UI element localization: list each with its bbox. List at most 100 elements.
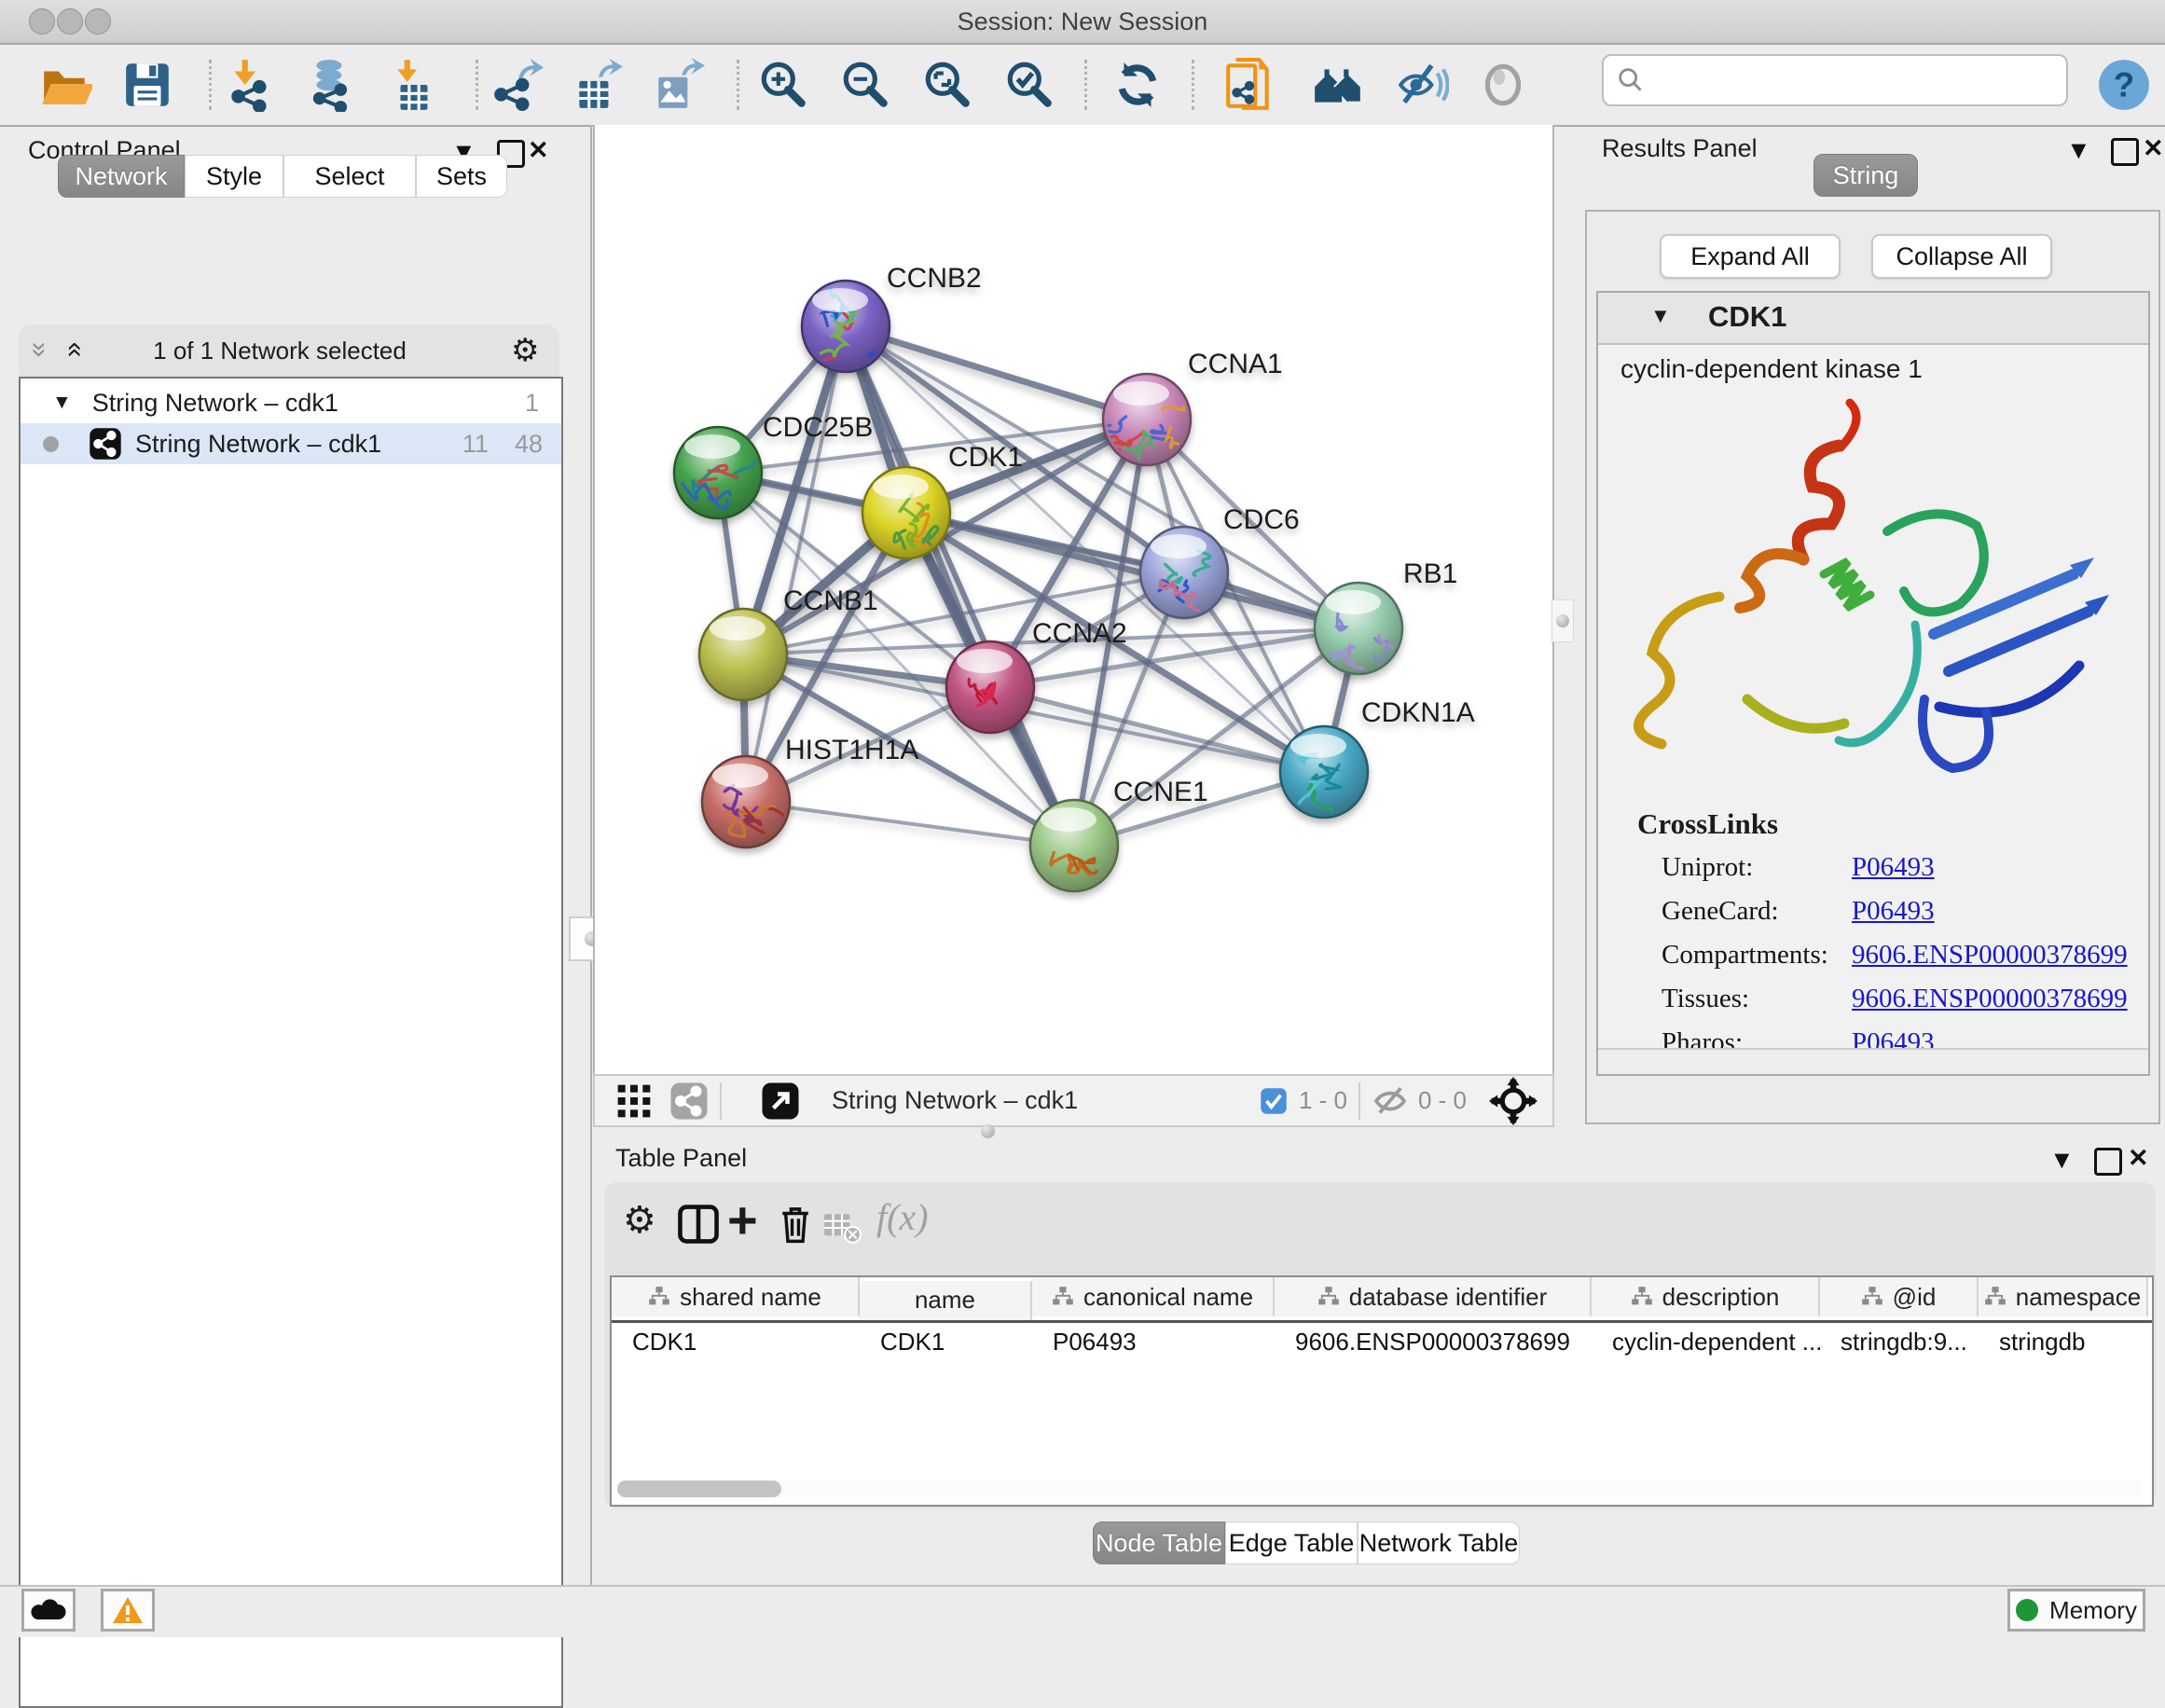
network-node-CDKN1A[interactable]: CDKN1A: [1280, 697, 1475, 820]
tab-sets[interactable]: Sets: [416, 155, 507, 198]
table-cell[interactable]: stringdb: [1979, 1323, 2148, 1360]
eye-button[interactable]: [1475, 57, 1531, 113]
network-edge[interactable]: [746, 326, 846, 802]
gene-collapse-icon[interactable]: ▼: [1650, 304, 1671, 328]
node-label: CCNA2: [1032, 618, 1127, 649]
gene-card-header[interactable]: ▼ CDK1: [1598, 293, 2148, 345]
table-panel-menu-icon[interactable]: ▼: [2049, 1146, 2075, 1174]
hidden-eye-icon[interactable]: [1372, 1082, 1409, 1120]
right-splitter-handle[interactable]: [1551, 599, 1574, 642]
zoom-out-button[interactable]: [837, 57, 893, 113]
warning-button[interactable]: [101, 1589, 155, 1632]
export-table-button[interactable]: [569, 57, 625, 113]
network-birdseye-icon[interactable]: [669, 1081, 709, 1121]
network-edge[interactable]: [746, 802, 1074, 846]
open-in-window-icon[interactable]: [761, 1081, 800, 1121]
network-collection-label: String Network – cdk1: [92, 389, 338, 418]
grid-view-icon[interactable]: [615, 1082, 653, 1120]
zoom-in-button[interactable]: [755, 57, 811, 113]
open-session-button[interactable]: [37, 57, 93, 113]
network-edge[interactable]: [846, 326, 1147, 420]
import-network-database-button[interactable]: [303, 57, 359, 113]
column-header-name[interactable]: name: [860, 1281, 1032, 1320]
table-cell[interactable]: stringdb:9...: [1820, 1323, 1979, 1360]
results-gene-card: ▼ CDK1 cyclin-dependent kinase 1 CrossLi…: [1596, 291, 2150, 1076]
zoom-selected-button[interactable]: [1001, 57, 1057, 113]
table-columns-icon[interactable]: [677, 1203, 720, 1246]
network-options-gear-icon[interactable]: ⚙: [511, 332, 539, 369]
network-edge[interactable]: [846, 326, 1074, 846]
crosslink-link[interactable]: P06493: [1852, 896, 1935, 926]
export-network-button[interactable]: [489, 57, 545, 113]
crosslink-link[interactable]: P06493: [1852, 852, 1935, 882]
memory-button[interactable]: Memory: [2007, 1589, 2145, 1632]
tab-style[interactable]: Style: [185, 155, 283, 198]
network-row[interactable]: String Network – cdk1 11 48: [21, 423, 561, 464]
main-toolbar: ?: [0, 45, 2165, 127]
add-column-icon[interactable]: +: [727, 1190, 758, 1250]
import-table-button[interactable]: [386, 57, 442, 113]
results-panel-close-icon[interactable]: ✕: [2143, 134, 2164, 162]
network-node-CCNA1[interactable]: CCNA1: [1102, 349, 1283, 470]
column-header-@id[interactable]: @id: [1820, 1277, 1979, 1316]
svg-text:?: ?: [2114, 64, 2135, 103]
column-header-namespace[interactable]: namespace: [1979, 1277, 2148, 1316]
network-node-RB1[interactable]: RB1: [1315, 558, 1457, 674]
table-row[interactable]: CDK1CDK1P064939606.ENSP00000378699cyclin…: [612, 1323, 2152, 1365]
tab-node-table[interactable]: Node Table: [1093, 1522, 1225, 1564]
zoom-selected-icon: [1002, 58, 1056, 112]
save-session-button[interactable]: [119, 57, 175, 113]
node-table[interactable]: shared namenamecanonical namedatabase id…: [610, 1275, 2154, 1507]
share-document-button[interactable]: [1221, 57, 1277, 113]
table-cell[interactable]: CDK1: [860, 1323, 1032, 1360]
table-cell[interactable]: CDK1: [612, 1323, 860, 1360]
table-horizontal-scrollbar[interactable]: [617, 1481, 2143, 1497]
title-bar: Session: New Session: [0, 0, 2165, 45]
node-label: HIST1H1A: [785, 735, 918, 765]
crosslink-link[interactable]: 9606.ENSP00000378699: [1852, 940, 2128, 970]
search-field[interactable]: [1602, 54, 2068, 106]
collapse-triangle-icon[interactable]: ▼: [52, 392, 72, 414]
export-image-button[interactable]: [650, 57, 706, 113]
tab-edge-table[interactable]: Edge Table: [1225, 1522, 1358, 1564]
tab-network-table[interactable]: Network Table: [1358, 1522, 1520, 1564]
help-button[interactable]: ?: [2096, 57, 2152, 113]
selected-checkbox-icon[interactable]: [1260, 1087, 1288, 1115]
table-settings-gear-icon[interactable]: ⚙: [623, 1199, 656, 1242]
import-network-file-button[interactable]: [224, 57, 280, 113]
delete-column-trash-icon[interactable]: [774, 1203, 817, 1246]
network-graph[interactable]: CCNB2CCNA1CDC25BCDK1CDC6RB1CCNB1CCNA2CDK…: [595, 125, 1549, 1070]
collapse-all-button[interactable]: Collapse All: [1871, 234, 2052, 279]
cloud-button[interactable]: [21, 1589, 76, 1632]
column-header-canonical-name[interactable]: canonical name: [1032, 1277, 1275, 1316]
results-panel-title: Results Panel: [1602, 134, 1758, 163]
control-panel-close-icon[interactable]: ✕: [528, 136, 549, 164]
results-panel-float-icon[interactable]: [2111, 138, 2139, 166]
fit-content-icon[interactable]: [1489, 1077, 1538, 1125]
network-status-bar: String Network – cdk1 1 - 0 0 - 0: [593, 1074, 1554, 1127]
tab-string[interactable]: String: [1813, 154, 1918, 197]
crosslink-link[interactable]: 9606.ENSP00000378699: [1852, 984, 2128, 1013]
table-panel-close-icon[interactable]: ✕: [2128, 1144, 2149, 1172]
tab-network[interactable]: Network: [58, 155, 185, 198]
network-view[interactable]: CCNB2CCNA1CDC25BCDK1CDC6RB1CCNB1CCNA2CDK…: [593, 125, 1554, 1074]
network-node-HIST1H1A[interactable]: HIST1H1A: [702, 735, 918, 847]
tab-select[interactable]: Select: [283, 155, 416, 198]
refresh-button[interactable]: [1110, 57, 1165, 113]
column-header-shared-name[interactable]: shared name: [612, 1277, 860, 1316]
table-panel-float-icon[interactable]: [2094, 1148, 2122, 1176]
table-cell[interactable]: 9606.ENSP00000378699: [1275, 1323, 1592, 1360]
scrollbar-thumb[interactable]: [617, 1481, 781, 1497]
home-button[interactable]: [1310, 57, 1366, 113]
network-node-CCNB2[interactable]: CCNB2: [802, 263, 982, 372]
expand-all-button[interactable]: Expand All: [1660, 234, 1841, 279]
network-collection-row[interactable]: ▼ String Network – cdk1 1: [21, 382, 561, 423]
table-cell[interactable]: P06493: [1032, 1323, 1275, 1360]
search-input[interactable]: [1654, 66, 2049, 95]
results-panel-menu-icon[interactable]: ▼: [2066, 136, 2091, 164]
table-cell[interactable]: cyclin-dependent ...: [1592, 1323, 1820, 1360]
column-header-database-identifier[interactable]: database identifier: [1275, 1277, 1592, 1316]
zoom-fit-button[interactable]: [919, 57, 975, 113]
column-header-description[interactable]: description: [1592, 1277, 1820, 1316]
show-hide-button[interactable]: [1394, 57, 1450, 113]
